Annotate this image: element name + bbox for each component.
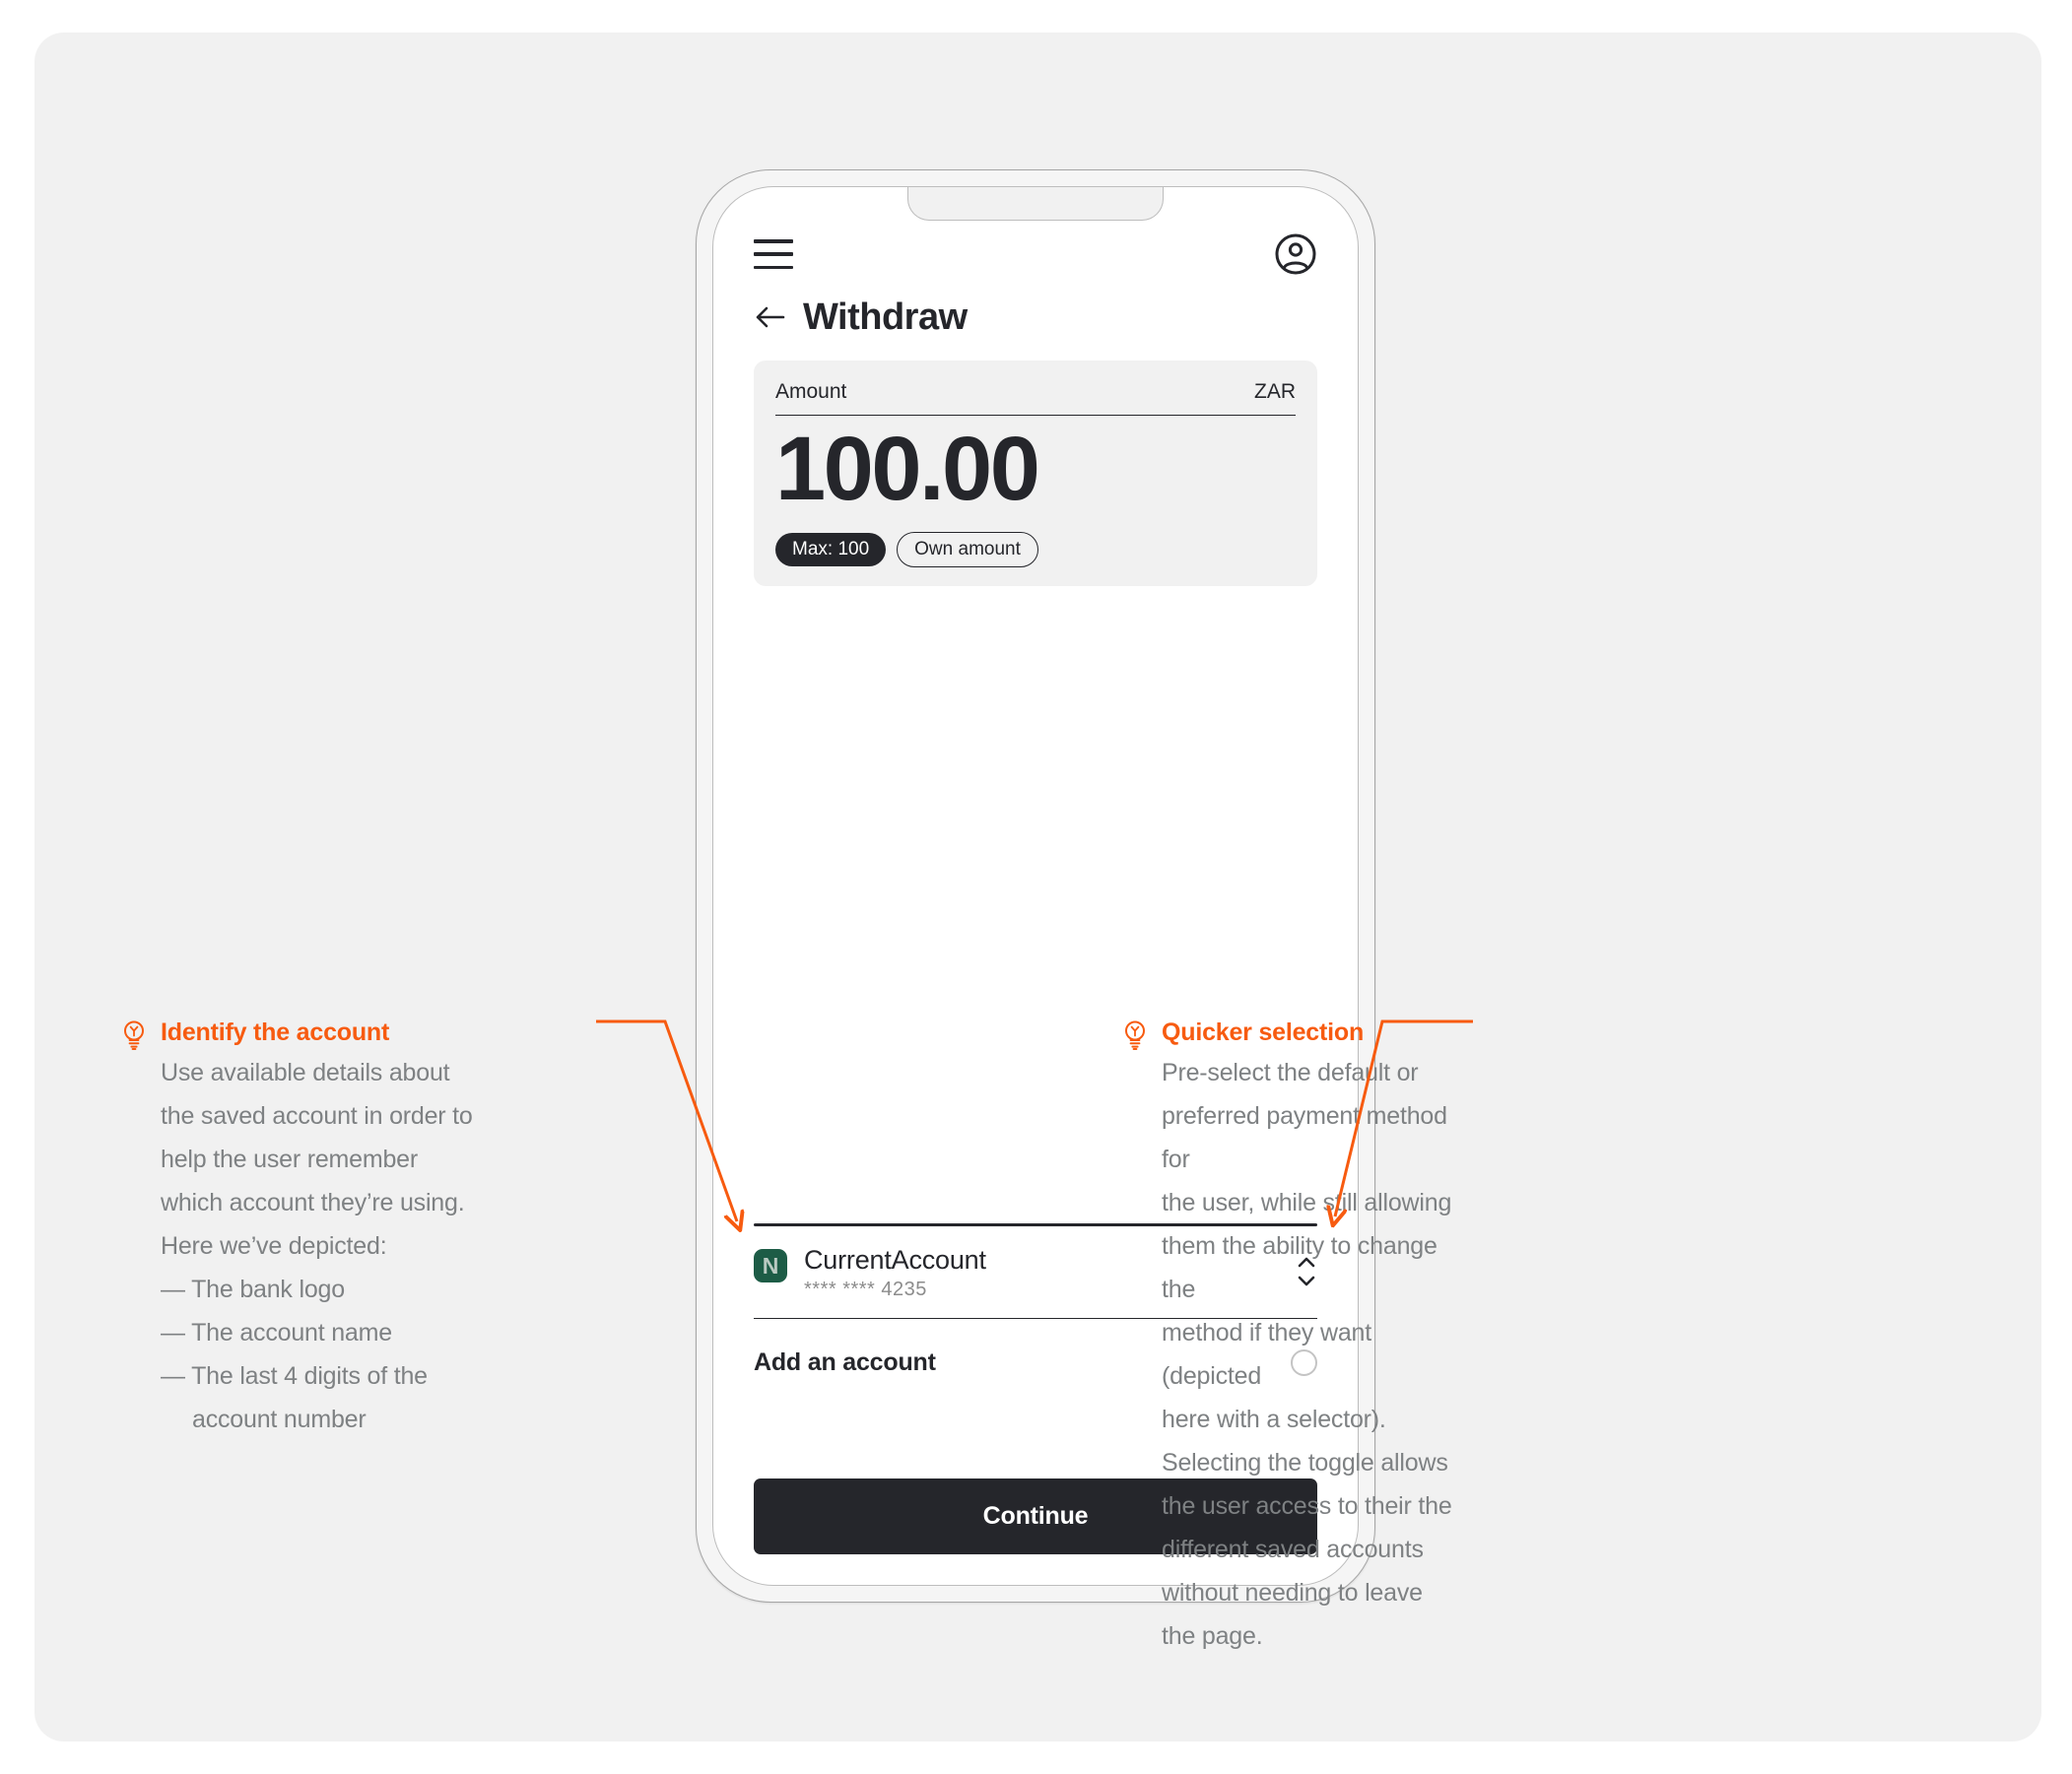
annotation-quicker-selection: Quicker selection Pre-select the default… (1122, 1018, 1477, 1658)
annotation-title: Quicker selection (1162, 1018, 1365, 1046)
page-header: Withdraw (754, 290, 968, 345)
page-title: Withdraw (803, 296, 968, 338)
amount-pill-row: Max: 100 Own amount (775, 532, 1038, 567)
currency-label: ZAR (1254, 380, 1296, 403)
hamburger-bar (754, 239, 793, 243)
lightbulb-icon (124, 1020, 144, 1050)
annotation-body: Pre-select the default or preferred paym… (1162, 1059, 1452, 1650)
phone-notch (907, 187, 1164, 221)
max-amount-pill[interactable]: Max: 100 (775, 533, 887, 566)
hamburger-menu-icon[interactable] (754, 239, 793, 269)
amount-label: Amount (775, 380, 847, 403)
annotation-body: Use available details about the saved ac… (161, 1059, 473, 1260)
hamburger-bar (754, 252, 793, 256)
list-item: — The last 4 digits of the account numbe… (161, 1362, 428, 1433)
annotation-heading: Identify the account (121, 1018, 515, 1051)
add-account-label: Add an account (754, 1348, 936, 1377)
hamburger-bar (754, 265, 793, 269)
annotation-identify-account: Identify the account Use available detai… (121, 1018, 515, 1441)
user-circle-icon[interactable] (1274, 232, 1317, 276)
app-topbar (754, 230, 1317, 278)
page-root: Withdraw Amount ZAR 100.00 Max: 100 Own … (0, 0, 2072, 1774)
list-item: — The account name (161, 1319, 392, 1347)
arrow-left-icon[interactable] (754, 302, 787, 332)
annotation-list: — The bank logo — The account name — The… (161, 1268, 515, 1441)
amount-value[interactable]: 100.00 (775, 422, 1296, 517)
annotation-title: Identify the account (161, 1018, 390, 1046)
amount-card[interactable]: Amount ZAR 100.00 Max: 100 Own amount (754, 361, 1317, 586)
amount-field-header: Amount ZAR (775, 380, 1296, 416)
annotation-heading: Quicker selection (1122, 1018, 1477, 1051)
lightbulb-icon (1125, 1020, 1145, 1050)
list-item: — The bank logo (161, 1276, 345, 1303)
own-amount-pill[interactable]: Own amount (897, 532, 1038, 567)
bank-logo-icon: N (754, 1249, 787, 1282)
